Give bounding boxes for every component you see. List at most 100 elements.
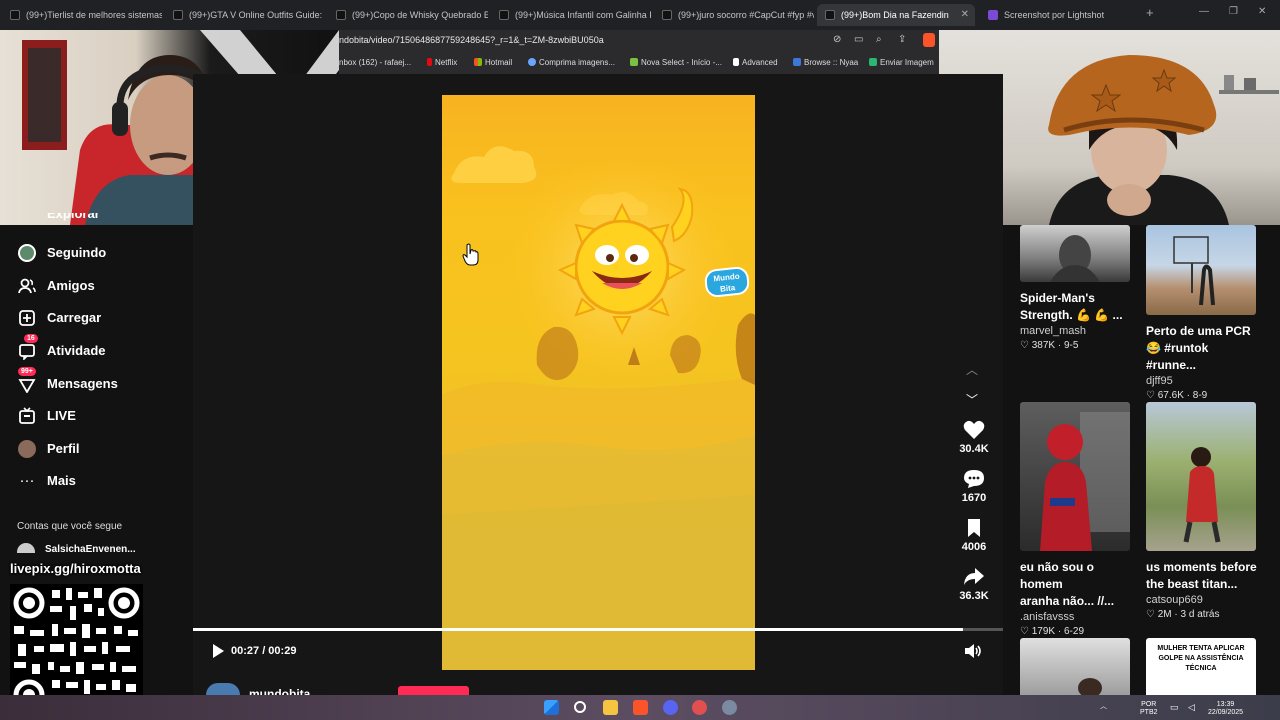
bookmark-icon bbox=[963, 518, 985, 538]
save-action[interactable]: 4006 bbox=[952, 518, 996, 553]
url-text[interactable]: ndobita/video/7150648687759248645?_r=1&_… bbox=[339, 35, 604, 45]
recommendation-card[interactable] bbox=[1020, 638, 1132, 695]
more-icon: ··· bbox=[19, 472, 35, 489]
following-user-avatar bbox=[17, 543, 35, 553]
tiktok-icon bbox=[173, 10, 183, 20]
recommendation-card[interactable]: MULHER TENTA APLICAR GOLPE NA ASSISTÊNCI… bbox=[1146, 638, 1258, 695]
heart-outline-icon: ♡ bbox=[1146, 390, 1155, 401]
live-icon bbox=[18, 407, 36, 425]
browser-tab-strip: (99+)Tierlist de melhores sistemas s (99… bbox=[0, 0, 1280, 30]
recommendation-thumbnail bbox=[1146, 225, 1256, 315]
close-window-icon[interactable]: ✕ bbox=[1258, 6, 1266, 17]
bookmark-nova-select[interactable]: Nova Select - Início -... bbox=[630, 58, 722, 67]
friends-icon bbox=[18, 277, 36, 295]
sidebar-item-amigos[interactable]: Amigos bbox=[0, 271, 193, 301]
maximize-icon[interactable]: ❐ bbox=[1229, 6, 1238, 17]
file-explorer-icon[interactable] bbox=[603, 700, 618, 715]
activity-icon bbox=[18, 342, 36, 361]
follow-button[interactable] bbox=[398, 686, 469, 695]
shopify-icon bbox=[630, 58, 638, 66]
browser-tab[interactable]: (99+)GTA V Online Outfits Guide: Ur bbox=[165, 4, 325, 26]
search-icon[interactable] bbox=[574, 701, 586, 713]
tray-chevron-icon[interactable]: ︿ bbox=[1100, 703, 1107, 711]
save-count: 4006 bbox=[961, 541, 987, 553]
page-icon bbox=[733, 58, 739, 66]
windows-start-icon[interactable] bbox=[544, 700, 559, 715]
sidebar-item-carregar[interactable]: Carregar bbox=[0, 303, 193, 333]
zoom-icon[interactable]: ⌕ bbox=[876, 34, 882, 45]
channel-avatar[interactable] bbox=[206, 683, 240, 695]
cast-icon[interactable]: ▭ bbox=[854, 34, 863, 45]
sidebar-item-mais[interactable]: ··· Mais bbox=[0, 466, 193, 496]
messages-badge: 99+ bbox=[18, 367, 36, 376]
video-progress-fill bbox=[193, 628, 963, 631]
image-upload-icon bbox=[869, 58, 877, 66]
share-action[interactable]: 36.3K bbox=[952, 567, 996, 602]
bookmark-enviar-imagem[interactable]: Enviar Imagem bbox=[869, 58, 934, 67]
share-icon[interactable]: ⇪ bbox=[898, 34, 906, 45]
brave-browser-icon[interactable] bbox=[633, 700, 648, 715]
browser-tab[interactable]: (99+)Copo de Whisky Quebrado Eq bbox=[328, 4, 488, 26]
heart-outline-icon: ♡ bbox=[1020, 626, 1029, 637]
like-count: 30.4K bbox=[959, 443, 989, 455]
recommendation-card[interactable]: us moments before the beast titan... cats… bbox=[1146, 402, 1258, 620]
browser-tab[interactable]: (99+)Música Infantil com Galinha Pi bbox=[491, 4, 651, 26]
sidebar-item-seguindo[interactable]: Seguindo bbox=[0, 238, 193, 268]
video-frame[interactable] bbox=[442, 95, 755, 670]
sidebar-item-explorar[interactable]: Explorar bbox=[0, 213, 193, 225]
bookmark-nyaa[interactable]: Browse :: Nyaa bbox=[793, 58, 858, 67]
comment-action[interactable]: 1670 bbox=[952, 469, 996, 504]
tiktok-icon bbox=[10, 10, 20, 20]
browser-tab[interactable]: (99+)juro socorro #CapCut #fyp #vi bbox=[654, 4, 814, 26]
video-progress-bar[interactable] bbox=[193, 628, 1003, 631]
tiktok-icon bbox=[336, 10, 346, 20]
bookmark-inbox[interactable]: nbox (162) - rafaej... bbox=[339, 58, 411, 67]
recommendation-card[interactable]: Spider-Man's Strength. 💪 💪 ... marvel_mas… bbox=[1020, 225, 1132, 351]
minimize-icon[interactable]: — bbox=[1199, 6, 1209, 17]
activity-badge: 16 bbox=[24, 334, 38, 343]
following-user-item[interactable]: SalsichaEnvenen... bbox=[17, 543, 136, 555]
sidebar-item-atividade[interactable]: 16 Atividade bbox=[0, 334, 193, 366]
clock[interactable]: 13:39 22/09/2025 bbox=[1208, 701, 1243, 717]
tiktok-icon bbox=[499, 10, 509, 20]
browser-tab-active[interactable]: (99+)Bom Dia na Fazendinha: C✕ bbox=[817, 4, 975, 26]
new-tab-icon[interactable]: + bbox=[1146, 5, 1154, 20]
speaker-icon[interactable]: ◁ bbox=[1188, 703, 1195, 712]
brave-shield-icon[interactable] bbox=[923, 33, 935, 47]
hand-cursor-icon bbox=[462, 243, 480, 267]
recommendation-card[interactable]: eu não sou o homem aranha não... //... .a… bbox=[1020, 402, 1132, 637]
sidebar-item-mensagens[interactable]: 99+ Mensagens bbox=[0, 367, 193, 399]
channel-name[interactable]: mundobita bbox=[249, 686, 310, 695]
recommendation-thumbnail: MULHER TENTA APLICAR GOLPE NA ASSISTÊNCI… bbox=[1146, 638, 1256, 695]
recommendation-thumbnail bbox=[1020, 638, 1130, 695]
bookmark-netflix[interactable]: Netflix bbox=[427, 58, 457, 67]
bookmark-hotmail[interactable]: Hotmail bbox=[474, 58, 512, 67]
upload-icon bbox=[18, 309, 36, 327]
following-heading: Contas que você segue bbox=[17, 521, 123, 532]
sidebar-item-live[interactable]: LIVE bbox=[0, 401, 193, 431]
discord-icon[interactable] bbox=[663, 700, 678, 715]
address-bar[interactable]: ndobita/video/7150648687759248645?_r=1&_… bbox=[339, 30, 939, 52]
browser-tab[interactable]: (99+)Tierlist de melhores sistemas s bbox=[2, 4, 162, 26]
profile-avatar-icon bbox=[18, 440, 36, 458]
volume-icon[interactable] bbox=[964, 643, 982, 659]
heart-outline-icon: ♡ bbox=[1020, 340, 1029, 351]
settings-gear-icon[interactable] bbox=[722, 700, 737, 715]
next-video-icon[interactable]: ﹀ bbox=[966, 391, 978, 408]
close-tab-icon[interactable]: ✕ bbox=[961, 4, 969, 26]
sidebar-item-perfil[interactable]: Perfil bbox=[0, 434, 193, 464]
play-icon[interactable] bbox=[210, 643, 226, 659]
like-action[interactable]: 30.4K bbox=[952, 420, 996, 455]
netflix-icon bbox=[427, 58, 432, 66]
recommendation-card[interactable]: Perto de uma PCR 😂 #runtok #runne... djff… bbox=[1146, 225, 1258, 401]
network-icon[interactable]: ▭ bbox=[1170, 703, 1179, 712]
bookmark-comprima[interactable]: Comprima imagens... bbox=[528, 58, 615, 67]
eye-off-icon[interactable]: ⊘ bbox=[833, 34, 841, 45]
obs-icon[interactable] bbox=[692, 700, 707, 715]
livepix-link: livepix.gg/hiroxmotta bbox=[10, 561, 141, 576]
language-indicator[interactable]: POR PTB2 bbox=[1140, 701, 1158, 717]
bookmark-advanced[interactable]: Advanced bbox=[733, 58, 778, 67]
previous-video-icon[interactable]: ︿ bbox=[966, 361, 978, 378]
browser-tab[interactable]: Screenshot por Lightshot bbox=[980, 4, 1140, 26]
share-count: 36.3K bbox=[959, 590, 989, 602]
